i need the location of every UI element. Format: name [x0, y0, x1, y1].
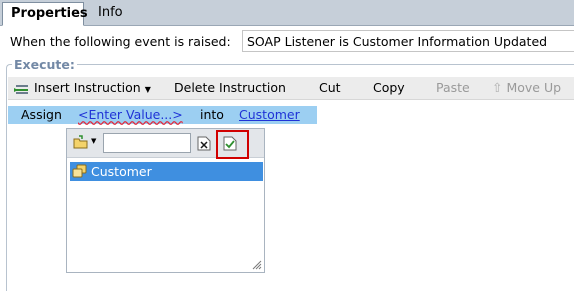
instruction-keyword: Assign — [21, 107, 62, 122]
insert-instruction-label: Insert Instruction — [33, 80, 141, 95]
event-field[interactable]: SOAP Listener is Customer Information Up… — [242, 30, 574, 52]
folder-icon — [73, 135, 88, 149]
cut-button[interactable]: Cut — [319, 77, 341, 99]
event-label: When the following event is raised: — [10, 34, 231, 49]
insert-instruction-button[interactable]: Insert Instruction ▼ — [14, 77, 151, 99]
arrow-up-icon: ⇧ — [492, 80, 503, 95]
copy-button[interactable]: Copy — [373, 77, 405, 99]
instruction-toolbar: Insert Instruction ▼ Delete Instruction … — [8, 77, 574, 100]
resize-grip-icon[interactable] — [252, 260, 262, 270]
move-up-label: Move Up — [506, 80, 562, 95]
instruction-row[interactable]: Assign <Enter Value...> into Customer — [8, 106, 317, 124]
accept-highlight-box — [216, 130, 249, 159]
move-up-button[interactable]: ⇧ Move Up — [492, 77, 561, 99]
tab-properties[interactable]: Properties — [2, 2, 88, 26]
target-customer-link[interactable]: Customer — [239, 106, 300, 124]
picker-search-input[interactable] — [103, 133, 191, 153]
value-picker-popup: ▼ Customer — [66, 128, 265, 273]
folder-dropdown-button[interactable]: ▼ — [73, 135, 99, 151]
delete-instruction-button[interactable]: Delete Instruction — [174, 77, 286, 99]
execute-legend: Execute: — [12, 57, 77, 72]
insert-instruction-icon — [14, 84, 28, 94]
tree-item-customer[interactable]: Customer — [70, 162, 263, 181]
tab-bar: Properties Info — [0, 0, 574, 26]
tab-info[interactable]: Info — [90, 2, 131, 24]
entity-icon — [72, 164, 87, 178]
chevron-down-icon: ▼ — [144, 85, 151, 94]
tree-item-label: Customer — [91, 164, 152, 179]
event-row: When the following event is raised: SOAP… — [10, 30, 574, 52]
clear-icon[interactable] — [197, 136, 211, 151]
chevron-down-icon: ▼ — [91, 137, 97, 145]
enter-value-link[interactable]: <Enter Value...> — [78, 106, 183, 124]
picker-toolbar: ▼ — [67, 129, 264, 159]
paste-button[interactable]: Paste — [436, 77, 470, 99]
instruction-connector: into — [200, 107, 224, 122]
